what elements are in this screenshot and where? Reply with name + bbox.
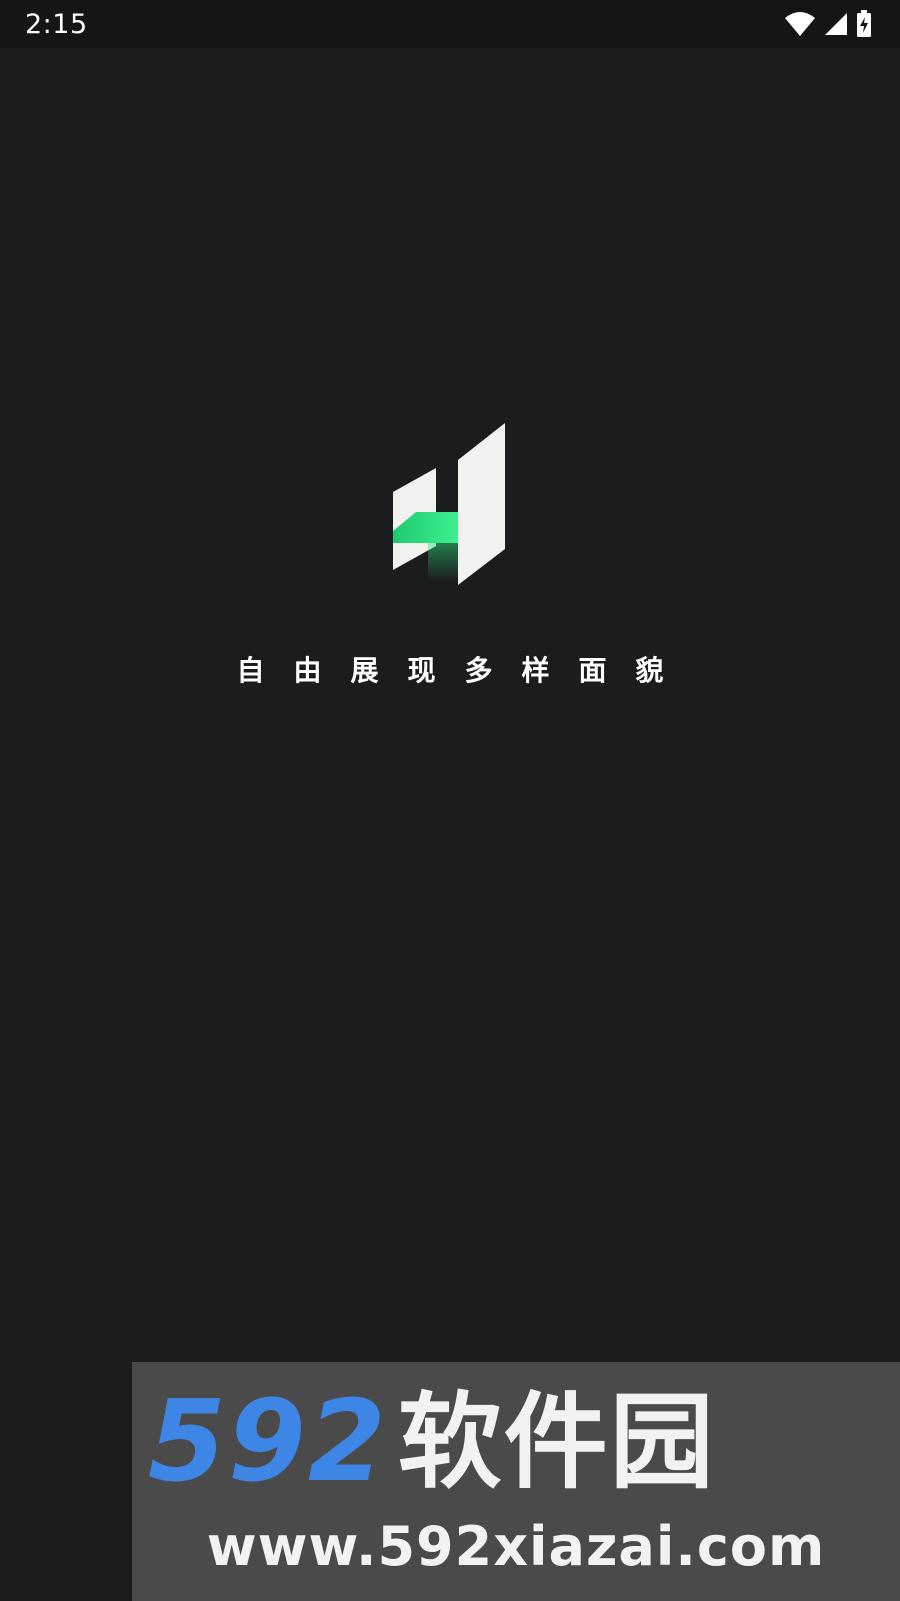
status-icons bbox=[784, 10, 872, 38]
watermark-url: www.592xiazai.com bbox=[206, 1515, 826, 1578]
battery-charging-icon bbox=[856, 10, 872, 38]
watermark-banner: 592软件园 www.592xiazai.com bbox=[132, 1362, 900, 1601]
tagline: 自由展现多样面貌 bbox=[236, 654, 693, 687]
watermark-brand-digits: 592 bbox=[148, 1377, 388, 1507]
watermark-brand: 592软件园 bbox=[148, 1382, 888, 1502]
watermark-brand-name: 软件园 bbox=[397, 1381, 716, 1503]
splash-screen: 2:15 自由展现多样面貌 592软件园 www.592xiazai.com bbox=[0, 0, 900, 1601]
status-time: 2:15 bbox=[25, 9, 88, 40]
app-logo bbox=[392, 421, 510, 595]
wifi-icon bbox=[784, 11, 816, 37]
status-bar: 2:15 bbox=[0, 0, 900, 48]
signal-icon bbox=[824, 11, 848, 37]
